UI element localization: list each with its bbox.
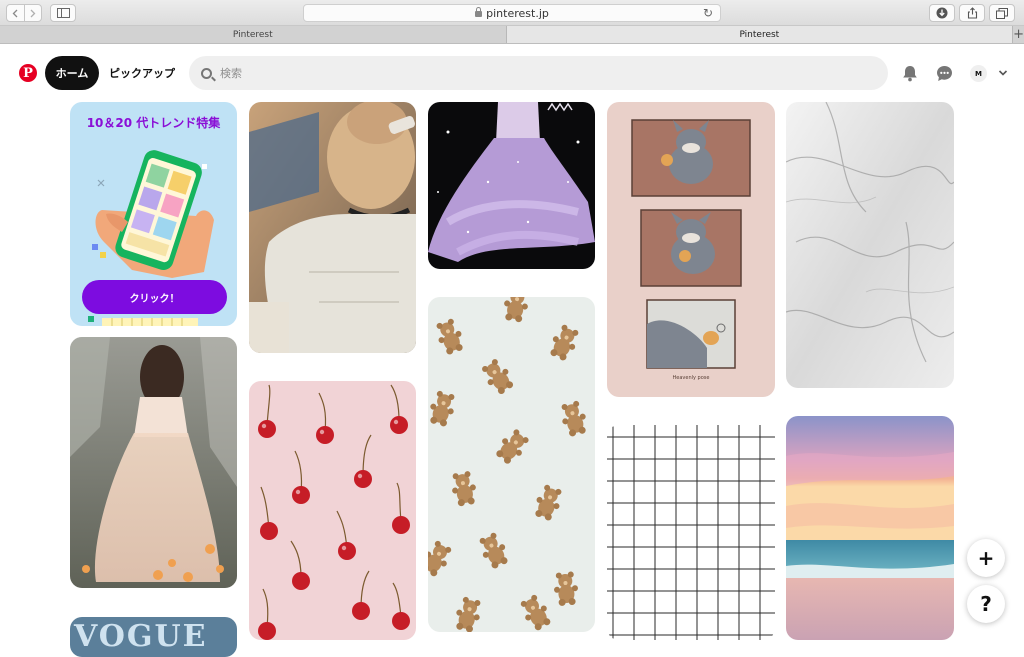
messages-button[interactable] [935, 64, 953, 82]
sparkle-gown-pin[interactable] [428, 102, 595, 269]
vogue-title: VOGUE [74, 619, 208, 654]
url-text: pinterest.jp [486, 6, 549, 20]
tabs-overview-button[interactable] [989, 4, 1015, 22]
piano-keys-decoration [88, 316, 198, 326]
tab-bar: Pinterest Pinterest + [0, 26, 1024, 44]
cherry-pattern-pin[interactable] [249, 381, 416, 640]
site-header: P ホーム ピックアップ M [0, 44, 1024, 102]
forward-button[interactable] [23, 5, 42, 21]
chat-bubble-icon [936, 65, 952, 81]
download-icon [936, 7, 948, 19]
grid-pattern-pin[interactable] [607, 425, 775, 640]
sidebar-button[interactable] [50, 4, 76, 22]
help-button[interactable]: ? [967, 585, 1005, 623]
browser-toolbar: pinterest.jp ↻ [0, 0, 1024, 26]
search-input[interactable] [220, 66, 820, 80]
share-button[interactable] [959, 4, 985, 22]
search-bar[interactable] [189, 56, 888, 90]
marble-texture-pin[interactable] [786, 102, 954, 388]
chevron-down-icon[interactable] [998, 68, 1008, 78]
tabs-icon [996, 7, 1008, 19]
home-button[interactable]: ホーム [45, 56, 99, 90]
tab-pinterest-2[interactable]: Pinterest [506, 26, 1014, 43]
garden-dress-pin[interactable] [70, 337, 237, 588]
promo-click-button[interactable]: クリック！ [82, 280, 227, 314]
notifications-button[interactable] [901, 64, 919, 82]
share-icon [967, 7, 977, 19]
address-bar[interactable]: pinterest.jp ↻ [303, 4, 721, 22]
bell-icon [903, 65, 917, 81]
chevron-left-icon [12, 9, 18, 17]
back-button[interactable] [7, 5, 24, 21]
create-pin-button[interactable]: + [967, 539, 1005, 577]
history-nav [6, 4, 42, 22]
avatar[interactable]: M [970, 65, 987, 82]
lock-icon [475, 7, 483, 17]
pickup-button[interactable]: ピックアップ [104, 56, 180, 90]
pinterest-logo[interactable]: P [19, 64, 37, 82]
search-icon [201, 67, 212, 79]
promo-title: 10＆20 代トレンド特集 [86, 116, 221, 130]
reload-icon[interactable]: ↻ [703, 6, 713, 20]
sunset-beach-pin[interactable] [786, 416, 954, 640]
tab-pinterest-1[interactable]: Pinterest [0, 26, 507, 43]
downloads-button[interactable] [929, 4, 955, 22]
phone-illustration [92, 150, 214, 278]
chevron-right-icon [30, 9, 36, 17]
new-tab-button[interactable]: + [1013, 26, 1024, 43]
promo-pin[interactable]: 10＆20 代トレンド特集 クリック！ [70, 102, 237, 326]
teddy-bear-pattern-pin[interactable] [428, 297, 595, 632]
comic-caption: Heavenly pose [672, 375, 710, 381]
tom-and-jerry-pin[interactable]: Heavenly pose [607, 102, 775, 397]
comic-panels [631, 119, 751, 369]
lace-blouse-pin[interactable] [249, 102, 416, 353]
sidebar-icon [56, 8, 70, 18]
vogue-pin[interactable]: VOGUE [70, 617, 237, 657]
